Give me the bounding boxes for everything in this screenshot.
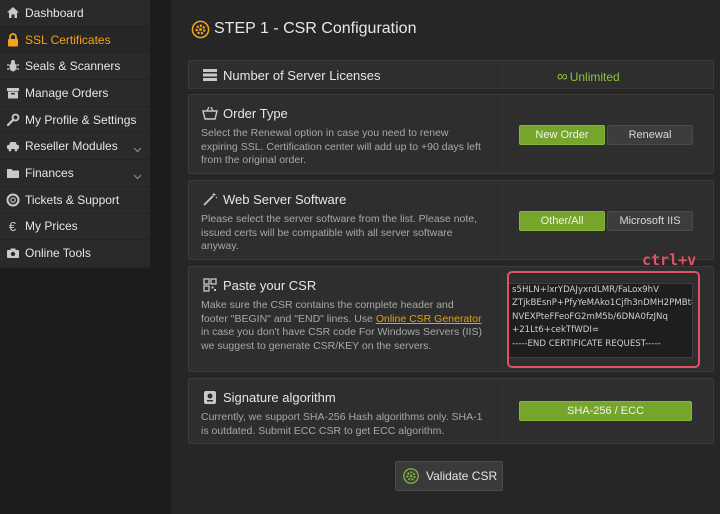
main-panel: STEP 1 - CSR Configuration Number of Ser…: [171, 0, 720, 514]
validate-csr-button[interactable]: Validate CSR: [395, 461, 503, 491]
licenses-section: Number of Server Licenses ∞ Unlimited: [188, 60, 714, 89]
car-icon: [5, 139, 20, 153]
box-icon: [5, 86, 20, 100]
page-title: STEP 1 - CSR Configuration: [191, 18, 416, 40]
sidebar-item-ssl-certificates[interactable]: SSL Certificates: [0, 26, 150, 54]
sidebar-item-online-tools[interactable]: Online Tools: [0, 240, 150, 267]
csr-title: Paste your CSR: [201, 277, 316, 293]
infinity-icon: ∞: [557, 68, 568, 85]
chevron-down-icon: [133, 142, 142, 156]
euro-icon: €: [8, 218, 17, 234]
sidebar-item-tickets-support[interactable]: Tickets & Support: [0, 187, 150, 214]
section-divider: [502, 379, 503, 443]
new-order-button[interactable]: New Order: [519, 125, 605, 145]
order-type-description: Select the Renewal option in case you ne…: [201, 127, 481, 166]
csr-label: Paste your CSR: [223, 277, 317, 293]
validate-csr-label: Validate CSR: [426, 469, 498, 483]
sidebar-item-label: Reseller Modules: [25, 139, 118, 154]
lock-icon: [5, 32, 20, 47]
sidebar-item-label: My Profile & Settings: [25, 112, 137, 127]
home-icon: [5, 6, 20, 20]
signature-label: Signature algorithm: [223, 389, 336, 405]
licenses-value: ∞ Unlimited: [557, 68, 620, 85]
csr-description-part2: in case you don't have CSR code For Wind…: [201, 326, 482, 352]
magic-wand-icon: [201, 191, 219, 207]
other-all-button[interactable]: Other/All: [519, 211, 605, 231]
signature-section: Signature algorithm Currently, we suppor…: [188, 378, 714, 444]
sidebar-item-my-profile-settings[interactable]: My Profile & Settings: [0, 107, 150, 134]
sha256-ecc-button[interactable]: SHA-256 / ECC: [519, 401, 692, 421]
sidebar: Dashboard SSL Certificates Seals & Scann…: [0, 0, 150, 268]
section-divider: [502, 95, 503, 173]
order-type-title: Order Type: [201, 105, 288, 121]
signature-description: Currently, we support SHA-256 Hash algor…: [201, 411, 483, 437]
gear-icon: [402, 467, 420, 485]
section-divider: [502, 267, 503, 371]
licenses-title: Number of Server Licenses: [201, 67, 381, 83]
ctrl-v-annotation: ctrl+v: [642, 251, 697, 269]
renewal-button[interactable]: Renewal: [607, 125, 693, 145]
sidebar-item-label: Tickets & Support: [25, 192, 120, 207]
sidebar-item-manage-orders[interactable]: Manage Orders: [0, 80, 150, 107]
web-server-title: Web Server Software: [201, 191, 346, 207]
highlight-frame: [507, 271, 700, 368]
server-icon: [201, 67, 219, 83]
qr-code-icon: [201, 277, 219, 293]
licenses-value-text: Unlimited: [569, 69, 620, 84]
csr-description: Make sure the CSR contains the complete …: [201, 299, 483, 353]
wrench-icon: [5, 113, 20, 127]
sidebar-item-label: Dashboard: [25, 5, 84, 20]
sidebar-item-label: Online Tools: [25, 246, 91, 261]
microsoft-iis-button[interactable]: Microsoft IIS: [607, 211, 693, 231]
lifebuoy-icon: [5, 193, 20, 207]
sidebar-item-finances[interactable]: Finances: [0, 160, 150, 187]
web-server-label: Web Server Software: [223, 191, 347, 207]
order-type-section: Order Type Select the Renewal option in …: [188, 94, 714, 174]
certificate-seal-icon: [201, 389, 219, 405]
sidebar-item-label: Manage Orders: [25, 85, 109, 100]
gear-icon: [191, 20, 210, 39]
folder-icon: [5, 166, 20, 180]
sidebar-item-reseller-modules[interactable]: Reseller Modules: [0, 133, 150, 161]
sidebar-item-label: My Prices: [25, 219, 78, 234]
order-type-label: Order Type: [223, 105, 288, 121]
web-server-description: Please select the server software from t…: [201, 213, 478, 252]
page-title-text: STEP 1 - CSR Configuration: [214, 20, 417, 37]
chevron-down-icon: [133, 169, 142, 183]
bug-icon: [5, 59, 20, 73]
sidebar-item-seals-scanners[interactable]: Seals & Scanners: [0, 53, 150, 81]
web-server-section: Web Server Software Please select the se…: [188, 180, 714, 260]
signature-title: Signature algorithm: [201, 389, 336, 405]
sidebar-item-my-prices[interactable]: € My Prices: [0, 214, 150, 241]
camera-icon: [5, 246, 20, 260]
sidebar-item-label: Seals & Scanners: [25, 59, 121, 74]
online-csr-generator-link[interactable]: Online CSR Generator: [376, 313, 482, 325]
section-divider: [502, 61, 503, 88]
licenses-label: Number of Server Licenses: [223, 67, 381, 83]
sidebar-item-label: SSL Certificates: [25, 32, 111, 47]
basket-icon: [201, 105, 219, 121]
sidebar-item-dashboard[interactable]: Dashboard: [0, 0, 150, 27]
sidebar-item-label: Finances: [25, 165, 74, 180]
sidebar-spacer: [0, 268, 150, 514]
section-divider: [502, 181, 503, 259]
